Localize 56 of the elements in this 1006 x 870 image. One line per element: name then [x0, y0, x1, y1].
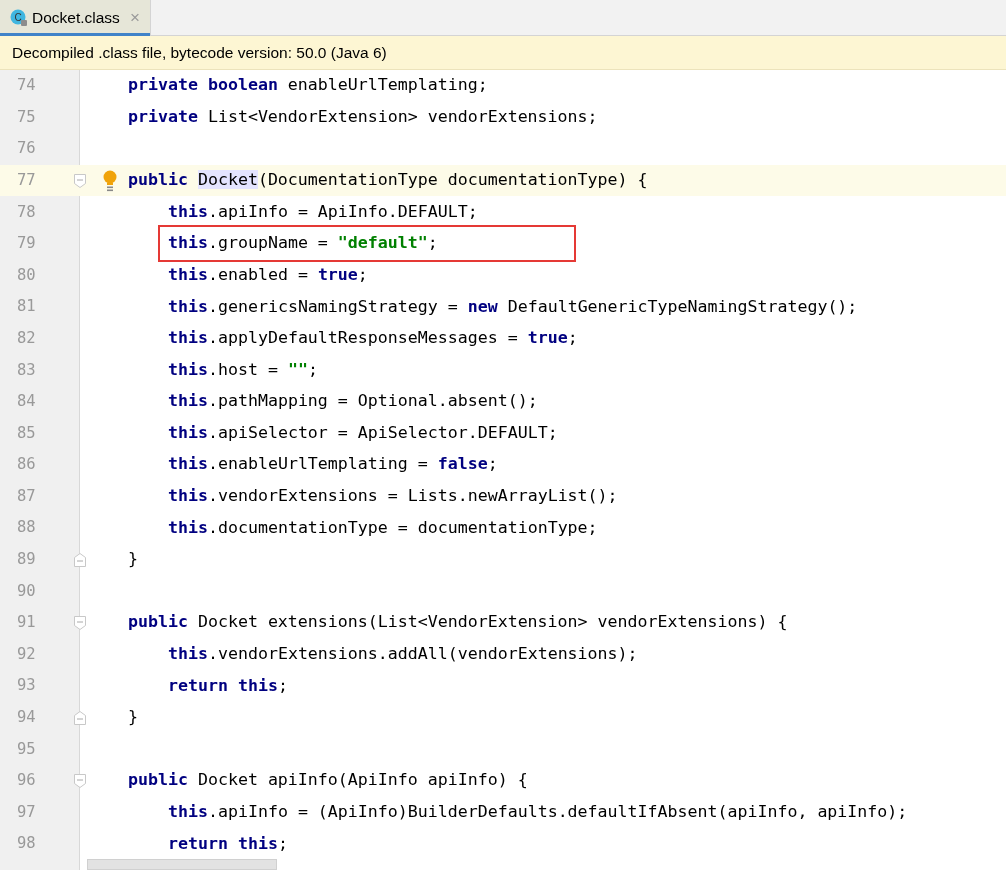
code-line: } — [128, 548, 138, 571]
line-number: 89 — [17, 549, 36, 571]
line-number: 86 — [17, 454, 36, 476]
file-tab[interactable]: C Docket.class × — [0, 0, 151, 35]
line-number: 83 — [17, 359, 36, 381]
line-number: 77 — [17, 169, 36, 191]
line-number: 98 — [17, 833, 36, 855]
line-number: 82 — [17, 327, 36, 349]
code-line: public Docket apiInfo(ApiInfo apiInfo) { — [128, 769, 528, 792]
line-number: 79 — [17, 233, 36, 255]
code-line: return this; — [168, 832, 288, 855]
lightbulb-icon[interactable] — [103, 169, 117, 192]
code-line: this.genericsNamingStrategy = new DefaultGenericTypeNamingStrategy(); — [168, 295, 858, 318]
code-line: this.vendorExtensions = Lists.newArrayList(); — [168, 485, 618, 508]
code-line: this.enabled = true; — [168, 263, 368, 286]
fold-marker-icon[interactable] — [74, 615, 86, 630]
code-line: this.vendorExtensions.addAll(vendorExtensions); — [168, 643, 638, 666]
code-line: this.enableUrlTemplating = false; — [168, 453, 498, 476]
line-number: 87 — [17, 485, 36, 507]
fold-marker-icon[interactable] — [74, 173, 86, 188]
fold-marker-icon[interactable] — [74, 773, 86, 788]
line-number: 88 — [17, 517, 36, 539]
code-line: } — [128, 706, 138, 729]
code-line: public Docket(DocumentationType documentationType) { — [128, 169, 648, 192]
line-number: 93 — [17, 675, 36, 697]
code-line: this.apiSelector = ApiSelector.DEFAULT; — [168, 421, 558, 444]
fold-marker-icon[interactable] — [74, 710, 86, 725]
scrollbar-thumb[interactable] — [87, 859, 277, 870]
code-line: this.apiInfo = ApiInfo.DEFAULT; — [168, 200, 478, 223]
code-line: private boolean enableUrlTemplating; — [128, 74, 488, 97]
line-number: 94 — [17, 707, 36, 729]
class-file-icon: C — [10, 8, 28, 27]
line-number: 80 — [17, 264, 36, 286]
code-line: this.apiInfo = (ApiInfo)BuilderDefaults.defaultIfAbsent(apiInfo, apiInfo); — [168, 801, 908, 823]
code-line: public Docket extensions(List<VendorExtension> vendorExtensions) { — [128, 611, 788, 634]
line-number: 76 — [17, 138, 36, 160]
code-line: this.documentationType = documentationType; — [168, 516, 598, 539]
code-line: private List<VendorExtension> vendorExtensions; — [128, 105, 598, 128]
line-number: 96 — [17, 770, 36, 792]
line-number: 97 — [17, 801, 36, 823]
info-banner: Decompiled .class file, bytecode version: 50.0 (Java 6) — [0, 36, 1006, 70]
fold-marker-icon[interactable] — [74, 552, 86, 567]
code-line: this.pathMapping = Optional.absent(); — [168, 390, 538, 413]
code-line: this.host = ""; — [168, 358, 318, 381]
line-number: 84 — [17, 391, 36, 413]
line-number: 92 — [17, 643, 36, 665]
line-number: 81 — [17, 296, 36, 318]
line-number: 78 — [17, 201, 36, 223]
line-number: 85 — [17, 422, 36, 444]
line-number: 74 — [17, 75, 36, 97]
line-number: 95 — [17, 738, 36, 760]
line-number: 90 — [17, 580, 36, 602]
code-line: return this; — [168, 674, 288, 697]
line-number: 91 — [17, 612, 36, 634]
code-line: this.applyDefaultResponseMessages = true; — [168, 327, 578, 350]
line-number: 75 — [17, 106, 36, 128]
